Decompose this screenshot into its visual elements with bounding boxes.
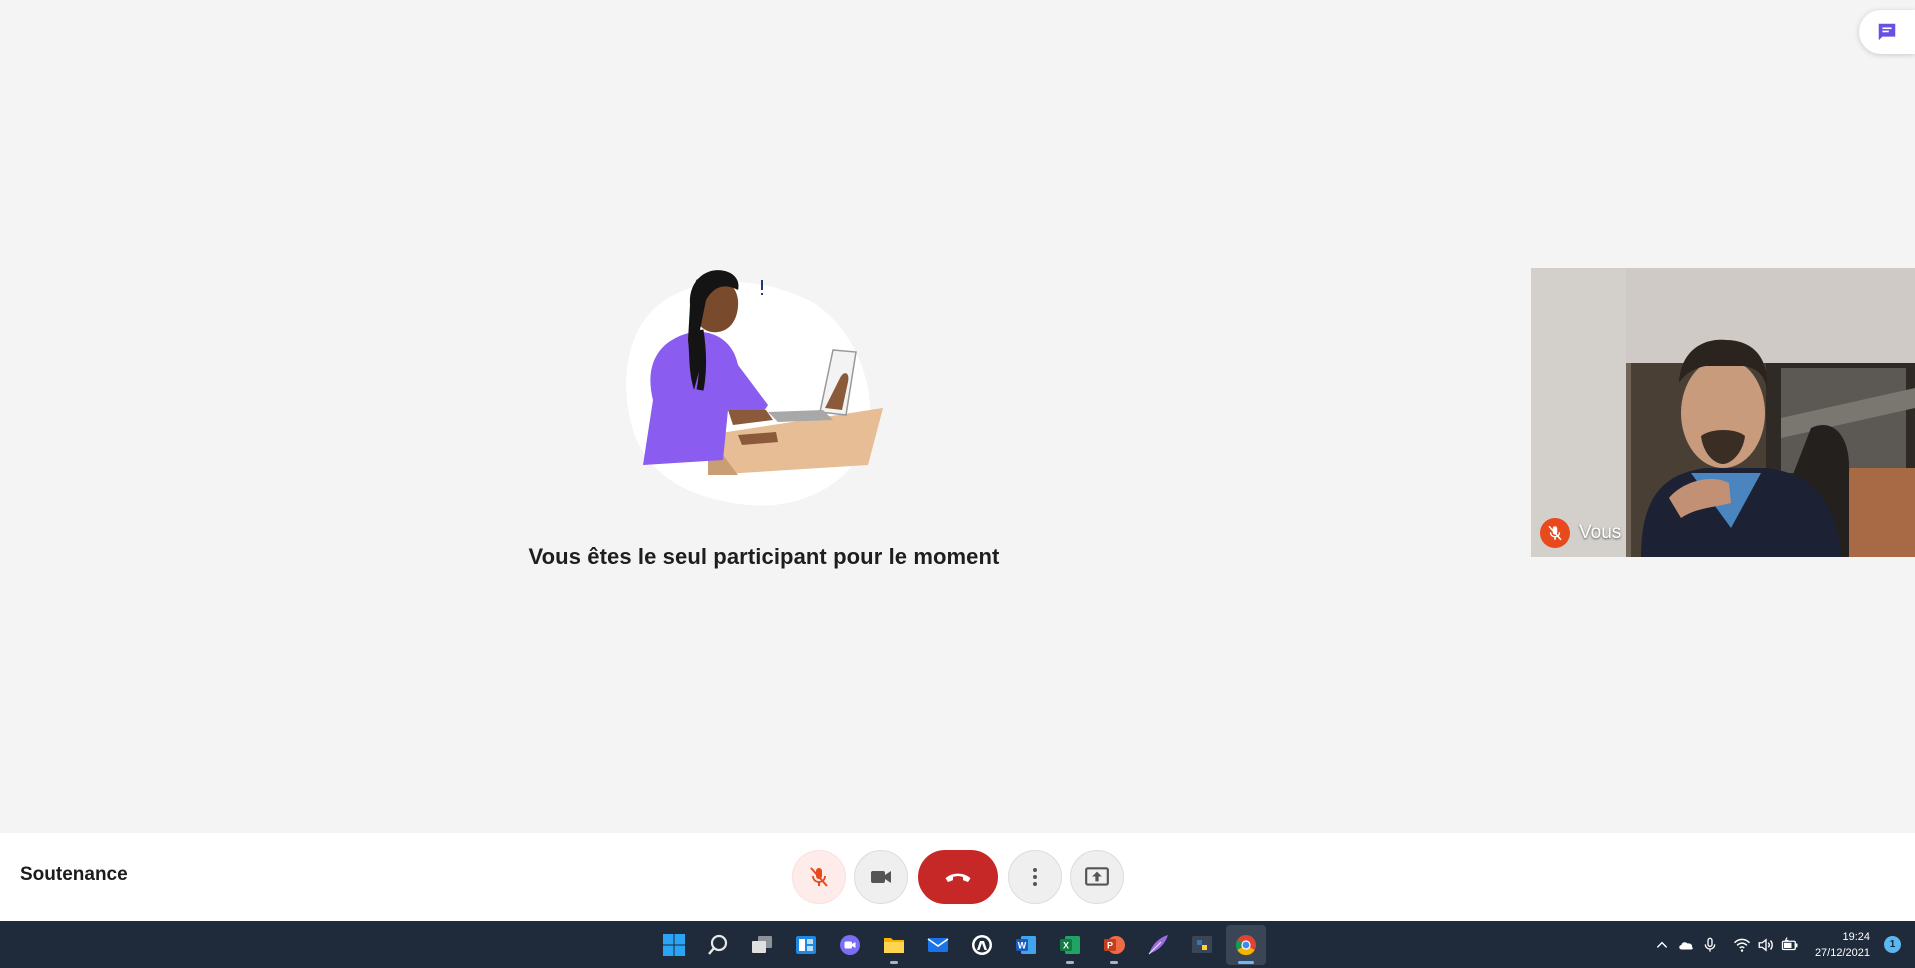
taskbar-search[interactable] (698, 925, 738, 965)
app-icon (972, 935, 992, 955)
self-video-tile[interactable]: Vous (1531, 268, 1915, 557)
speaker-icon (1758, 937, 1773, 952)
onedrive-tray-icon[interactable] (1675, 934, 1697, 956)
teams-chat-button[interactable] (830, 925, 870, 965)
mail-icon (927, 938, 949, 952)
muted-badge (1540, 518, 1570, 548)
wifi-tray-icon[interactable] (1731, 934, 1753, 956)
quill-icon (1148, 935, 1168, 955)
call-controls (792, 850, 1124, 904)
clock-date: 27/12/2021 (1814, 946, 1870, 959)
system-tray: 19:24 27/12/2021 1 (1651, 921, 1915, 968)
camera-toggle-button[interactable] (854, 850, 908, 904)
self-video-feed (1531, 268, 1915, 557)
chevron-up-icon (1656, 941, 1668, 948)
chrome-button[interactable] (1226, 925, 1266, 965)
battery-tray-icon[interactable] (1779, 934, 1801, 956)
video-chat-icon (840, 935, 860, 955)
cloud-icon (1679, 941, 1693, 949)
excel-icon: X (1060, 936, 1080, 954)
phone-hangup-icon (945, 873, 971, 882)
running-indicator (1110, 961, 1118, 964)
more-options-button[interactable] (1008, 850, 1062, 904)
taskbar-clock[interactable]: 19:24 27/12/2021 (1815, 929, 1870, 961)
alone-message: Vous êtes le seul participant pour le mo… (528, 544, 1000, 569)
widgets-button[interactable] (786, 925, 826, 965)
running-indicator (1238, 961, 1254, 964)
mail-button[interactable] (918, 925, 958, 965)
clock-time: 19:24 (1842, 930, 1870, 943)
svg-text:X: X (1063, 941, 1069, 951)
quill-app-button[interactable] (1138, 925, 1178, 965)
task-view-button[interactable] (742, 925, 782, 965)
svg-text:W: W (1018, 941, 1027, 951)
excel-button[interactable]: X (1050, 925, 1090, 965)
tray-overflow-button[interactable] (1651, 934, 1673, 956)
task-view-icon (752, 936, 772, 953)
mic-off-icon (810, 867, 828, 887)
app-button[interactable] (962, 925, 1002, 965)
word-button[interactable]: W (1006, 925, 1046, 965)
running-indicator (1066, 961, 1074, 964)
microphone-icon (1704, 937, 1716, 952)
meeting-title: Soutenance (20, 864, 128, 885)
volume-tray-icon[interactable] (1755, 934, 1777, 956)
powerpoint-icon: P (1104, 936, 1125, 954)
battery-charging-icon (1781, 936, 1798, 950)
svg-text:P: P (1107, 941, 1113, 951)
self-name: Vous (1579, 522, 1622, 543)
folder-icon (884, 938, 904, 953)
notification-badge[interactable]: 1 (1884, 936, 1901, 953)
waiting-illustration (626, 270, 883, 506)
powerpoint-button[interactable]: P (1094, 925, 1134, 965)
more-vertical-icon (1033, 868, 1037, 886)
chat-button[interactable] (1859, 10, 1915, 54)
wifi-icon (1733, 938, 1750, 952)
taskbar-apps: W X P (654, 925, 1266, 965)
start-button[interactable] (654, 925, 694, 965)
meeting-stage: Vous êtes le seul participant pour le mo… (0, 0, 1915, 833)
chrome-icon (1235, 935, 1256, 956)
python-button[interactable] (1182, 925, 1222, 965)
screen-share-icon (1085, 867, 1109, 886)
mic-toggle-button[interactable] (792, 850, 846, 904)
call-control-bar: Soutenance (0, 833, 1915, 921)
windows-taskbar: W X P 19:24 27/12/2021 1 (0, 921, 1915, 968)
file-explorer-button[interactable] (874, 925, 914, 965)
screen-share-button[interactable] (1070, 850, 1124, 904)
self-label: Vous (1540, 518, 1621, 548)
running-indicator (890, 961, 898, 964)
microphone-tray-icon[interactable] (1699, 934, 1721, 956)
word-icon: W (1016, 936, 1036, 954)
chat-icon (1878, 23, 1896, 41)
mic-off-icon (1548, 525, 1562, 541)
search-icon (708, 934, 728, 955)
camera-icon (871, 871, 891, 883)
widgets-icon (796, 936, 816, 954)
hang-up-button[interactable] (918, 850, 998, 904)
windows-logo-icon (663, 934, 685, 956)
python-icon (1192, 936, 1212, 953)
